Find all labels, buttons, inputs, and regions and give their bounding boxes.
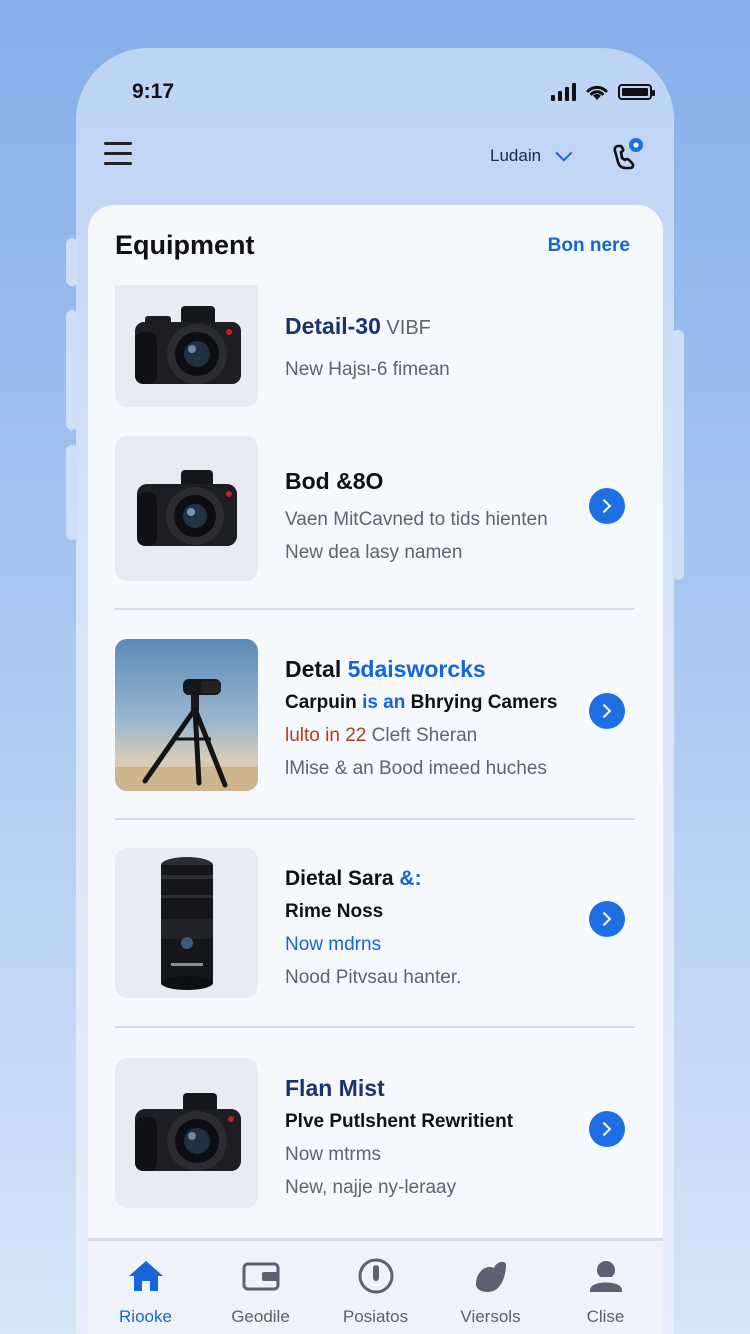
home-icon — [127, 1257, 165, 1295]
item-title: Detail-30 VIBF — [285, 313, 450, 339]
compass-icon — [357, 1257, 395, 1295]
item-description-part: Bhrying Camers — [405, 692, 558, 713]
side-button-left-2 — [66, 310, 78, 430]
account-name: Ludain — [490, 146, 542, 165]
lens-thumbnail — [115, 848, 258, 998]
item-description: Rime Noss — [285, 901, 384, 922]
item-description-highlight: is an — [362, 692, 406, 713]
item-meta: Now mdrns — [285, 934, 382, 955]
item-title-highlight: 5daisworcks — [347, 656, 486, 682]
item-arrow-button[interactable] — [589, 693, 625, 729]
item-title: Detal 5daisworcks — [285, 658, 557, 681]
phone-notification-icon — [613, 138, 643, 170]
item-title-highlight: &: — [393, 867, 422, 890]
signal-icon — [551, 83, 576, 101]
side-button-left-1 — [66, 238, 78, 286]
tripod-thumbnail — [115, 639, 258, 791]
camera-thumbnail — [115, 285, 258, 407]
divider — [115, 1026, 635, 1028]
divider — [115, 608, 635, 610]
camera-image — [134, 1093, 241, 1171]
tab-home[interactable]: Riooke — [88, 1241, 203, 1334]
user-icon — [587, 1257, 625, 1295]
wifi-icon — [586, 85, 608, 100]
item-title-main: Detail-30 — [285, 313, 381, 339]
item-arrow-button[interactable] — [589, 488, 625, 524]
tab-label: Clise — [586, 1307, 625, 1326]
item-subtitle: lMise & an Bood imeed huches — [285, 758, 547, 779]
tripod-image — [115, 679, 258, 791]
side-button-right — [672, 330, 684, 580]
item-subtitle: New Ηajsι-6 fimean — [285, 359, 450, 380]
camera-image — [134, 306, 241, 384]
list-item[interactable]: Detal 5daisworcks Carpuin is an Bhrying … — [115, 639, 635, 791]
status-time: 9:17 — [132, 80, 175, 103]
tab-label: Posiatos — [342, 1307, 409, 1326]
see-more-link[interactable]: Bon nere — [548, 235, 630, 257]
lens-image — [160, 857, 213, 990]
wallet-icon — [242, 1257, 280, 1295]
item-title-main: Detal — [285, 656, 348, 682]
battery-icon — [618, 84, 655, 100]
camera-image — [136, 469, 237, 546]
leaf-icon — [472, 1257, 510, 1295]
side-button-left-3 — [66, 445, 78, 540]
item-description-part: Carpuin — [285, 692, 363, 713]
tab-profile[interactable]: Clise — [548, 1241, 663, 1334]
status-icons — [551, 82, 655, 102]
tab-label: Geodile — [231, 1307, 290, 1326]
tab-leaf[interactable]: Viersols — [433, 1241, 548, 1334]
item-meta-part: Cleft Sheran — [366, 725, 478, 746]
item-title-suffix: VIBF — [380, 317, 431, 339]
equipment-card: Equipment Bon nere Detail-30 VIBF New Ηa… — [88, 205, 663, 1334]
bottom-tab-bar: Riooke Geodile Posiatos Viersols Clise — [88, 1238, 663, 1334]
divider — [115, 818, 635, 820]
item-description: Vaen MitCavned to tids hienten — [285, 509, 548, 530]
item-arrow-button[interactable] — [589, 1111, 625, 1147]
item-meta: Now mtrms — [285, 1144, 382, 1165]
item-description: Plve Putlshent Rewritient — [285, 1111, 514, 1132]
menu-button[interactable] — [104, 142, 132, 168]
item-meta: lulto in 22 Cleft Sheran — [285, 726, 557, 745]
list-item[interactable]: Detail-30 VIBF New Ηajsι-6 fimean — [115, 285, 635, 407]
tab-compass[interactable]: Posiatos — [318, 1241, 433, 1334]
tab-wallet[interactable]: Geodile — [203, 1241, 318, 1334]
item-description: Carpuin is an Bhrying Camers — [285, 693, 557, 712]
item-arrow-button[interactable] — [589, 901, 625, 937]
list-item[interactable]: Bod &8O Vaen MitCavned to tids hienten N… — [115, 436, 635, 581]
item-subtitle: Nood Pitvsau hanter. — [285, 967, 462, 988]
tab-label: Viersols — [460, 1307, 521, 1326]
item-title-main: Dietal Sara — [285, 867, 394, 890]
camera-thumbnail — [115, 1058, 258, 1208]
list-item[interactable]: Flan Mist Plve Putlshent Rewritient Now … — [115, 1058, 635, 1208]
tab-label: Riooke — [119, 1307, 172, 1326]
notification-button[interactable] — [608, 136, 648, 176]
card-title: Equipment — [115, 230, 255, 260]
camera-thumbnail — [115, 436, 258, 581]
list-item[interactable]: Dietal Sara &: Rime Noss Now mdrns Nood … — [115, 848, 635, 998]
item-title: Flan Mist — [285, 1075, 385, 1101]
item-title: Bod &8O — [285, 468, 384, 494]
item-meta-highlight: lulto in 22 — [285, 725, 367, 746]
item-subtitle: New dea lasy namen — [285, 542, 463, 563]
item-title: Dietal Sara &: — [285, 868, 461, 889]
item-subtitle: New, najje ny-leraay — [285, 1177, 457, 1198]
account-selector[interactable]: Ludain — [490, 144, 573, 166]
